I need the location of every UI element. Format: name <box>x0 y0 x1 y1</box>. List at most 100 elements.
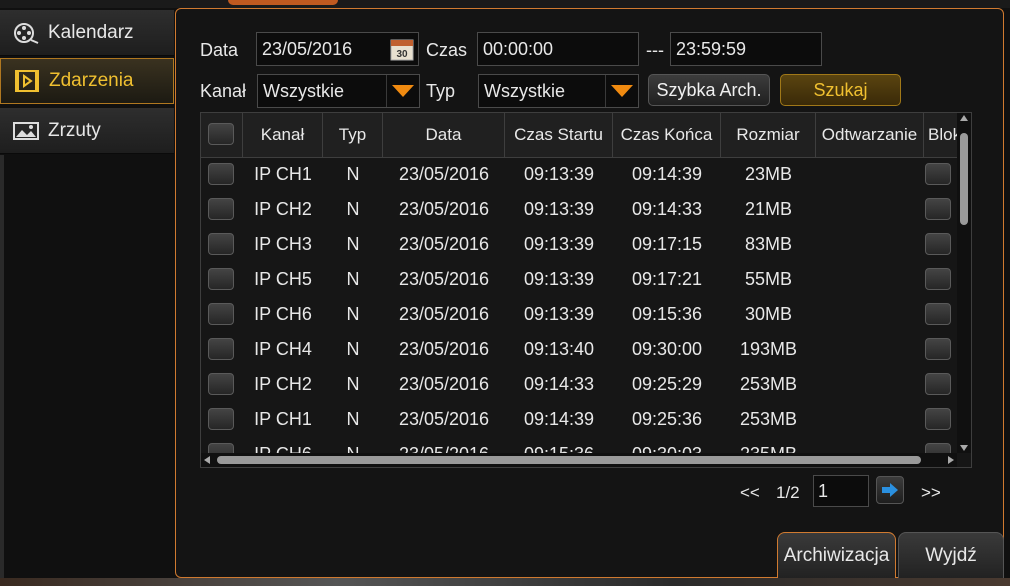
film-reel-icon <box>12 21 40 45</box>
cell-type: N <box>346 269 360 289</box>
row-select-checkbox[interactable] <box>208 233 234 255</box>
header-playback[interactable]: Odtwarzanie <box>816 113 924 157</box>
snapshot-image-icon <box>12 119 40 143</box>
scroll-thumb[interactable] <box>960 133 968 225</box>
calendar-icon[interactable]: 30 <box>390 37 414 61</box>
row-lock-button[interactable] <box>925 443 951 453</box>
quick-archive-button[interactable]: Szybka Arch. <box>648 74 770 106</box>
header-end-time[interactable]: Czas Końca <box>613 113 721 157</box>
table-row[interactable]: IP CH6 N 23/05/2016 09:13:39 09:15:36 30MB <box>201 297 957 332</box>
row-lock-button[interactable] <box>925 233 951 255</box>
cell-start: 09:14:33 <box>523 374 595 394</box>
event-film-icon <box>13 69 41 93</box>
next-page-button[interactable]: >> <box>921 483 941 503</box>
table-row[interactable]: IP CH4 N 23/05/2016 09:13:40 09:30:00 193MB <box>201 332 957 367</box>
cell-end: 09:14:39 <box>631 164 703 184</box>
scroll-left-icon[interactable] <box>204 456 210 464</box>
time-end-field[interactable]: 23:59:59 <box>670 32 822 66</box>
row-select-checkbox[interactable] <box>208 198 234 220</box>
cell-type: N <box>346 164 360 184</box>
time-start-field[interactable]: 00:00:00 <box>477 32 639 66</box>
scroll-down-icon[interactable] <box>960 445 968 451</box>
scroll-thumb-horizontal[interactable] <box>217 456 921 464</box>
header-size[interactable]: Rozmiar <box>721 113 816 157</box>
cell-start: 09:13:39 <box>523 304 595 324</box>
select-all-checkbox[interactable] <box>208 123 234 145</box>
table-row[interactable]: IP CH2 N 23/05/2016 09:13:39 09:14:33 21MB <box>201 192 957 227</box>
cell-size: 193MB <box>739 339 798 359</box>
row-lock-button[interactable] <box>925 198 951 220</box>
header-date[interactable]: Data <box>383 113 505 157</box>
header-channel[interactable]: Kanał <box>243 113 323 157</box>
cell-end: 09:14:33 <box>631 199 703 219</box>
cell-size: 21MB <box>744 199 793 219</box>
page-input[interactable]: 1 <box>813 475 869 507</box>
cell-type: N <box>323 437 383 453</box>
table-row[interactable]: IP CH2 N 23/05/2016 09:14:33 09:25:29 253MB <box>201 367 957 402</box>
cell-start: 09:15:36 <box>505 437 613 453</box>
sidebar-item-zrzuty[interactable]: Zrzuty <box>0 108 174 154</box>
channel-value: Wszystkie <box>263 81 344 101</box>
table-row[interactable]: IP CH3 N 23/05/2016 09:13:39 09:17:15 83MB <box>201 227 957 262</box>
search-button[interactable]: Szukaj <box>780 74 901 106</box>
sidebar-item-kalendarz[interactable]: Kalendarz <box>0 10 174 56</box>
cell-end: 09:30:03 <box>613 437 721 453</box>
table-row[interactable]: IP CH5 N 23/05/2016 09:13:39 09:17:21 55MB <box>201 262 957 297</box>
cell-size: 253MB <box>739 409 798 429</box>
cell-size: 253MB <box>739 374 798 394</box>
type-select[interactable]: Wszystkie <box>478 74 639 108</box>
row-select-checkbox[interactable] <box>208 408 234 430</box>
cell-channel: IP CH2 <box>254 374 312 394</box>
sidebar-item-zdarzenia[interactable]: Zdarzenia <box>0 58 174 104</box>
row-lock-button[interactable] <box>925 268 951 290</box>
header-lock[interactable]: Blokada <box>924 113 957 157</box>
row-lock-button[interactable] <box>925 373 951 395</box>
date-value: 23/05/2016 <box>262 39 353 59</box>
dropdown-arrow-icon[interactable] <box>605 75 638 107</box>
scroll-right-icon[interactable] <box>948 456 954 464</box>
sidebar-item-label: Zdarzenia <box>49 70 134 91</box>
row-lock-button[interactable] <box>925 163 951 185</box>
vertical-scrollbar[interactable] <box>957 113 971 453</box>
header-start-time[interactable]: Czas Startu <box>505 113 613 157</box>
cell-end: 09:17:21 <box>631 269 703 289</box>
archive-button[interactable]: Archiwizacja <box>777 532 896 578</box>
cell-channel: IP CH1 <box>254 164 312 184</box>
header-type[interactable]: Typ <box>323 113 383 157</box>
top-glow <box>228 0 338 5</box>
cell-type: N <box>346 234 360 254</box>
cell-end: 09:17:15 <box>631 234 703 254</box>
row-select-checkbox[interactable] <box>208 268 234 290</box>
row-select-checkbox[interactable] <box>208 443 234 453</box>
events-table: Kanał Typ Data Czas Startu Czas Końca Ro… <box>200 112 972 468</box>
channel-label: Kanał <box>200 81 247 101</box>
cell-end: 09:15:36 <box>631 304 703 324</box>
cell-channel: IP CH4 <box>254 339 312 359</box>
exit-button[interactable]: Wyjdź <box>898 532 1004 578</box>
row-select-checkbox[interactable] <box>208 163 234 185</box>
row-lock-button[interactable] <box>925 408 951 430</box>
table-row[interactable]: IP CH1 N 23/05/2016 09:14:39 09:25:36 253MB <box>201 402 957 437</box>
header-select-all-cell <box>201 113 243 157</box>
cell-date: 23/05/2016 <box>398 339 490 359</box>
row-lock-button[interactable] <box>925 338 951 360</box>
date-field[interactable]: 23/05/2016 30 <box>256 32 419 66</box>
time-separator: --- <box>646 40 664 60</box>
svg-text:30: 30 <box>396 49 408 60</box>
row-lock-button[interactable] <box>925 303 951 325</box>
go-page-button[interactable] <box>876 476 904 504</box>
type-label: Typ <box>426 81 456 101</box>
prev-page-button[interactable]: << <box>740 483 760 503</box>
dropdown-arrow-icon[interactable] <box>386 75 419 107</box>
scroll-up-icon[interactable] <box>960 115 968 121</box>
sidebar-item-label: Zrzuty <box>48 119 101 141</box>
cell-size: 235MB <box>721 437 816 453</box>
cell-channel: IP CH3 <box>254 234 312 254</box>
row-select-checkbox[interactable] <box>208 373 234 395</box>
channel-select[interactable]: Wszystkie <box>257 74 420 108</box>
row-select-checkbox[interactable] <box>208 338 234 360</box>
table-row[interactable]: IP CH6N23/05/201609:15:3609:30:03235MB <box>201 437 957 453</box>
horizontal-scrollbar[interactable] <box>201 453 957 467</box>
table-row[interactable]: IP CH1 N 23/05/2016 09:13:39 09:14:39 23MB <box>201 157 957 192</box>
row-select-checkbox[interactable] <box>208 303 234 325</box>
